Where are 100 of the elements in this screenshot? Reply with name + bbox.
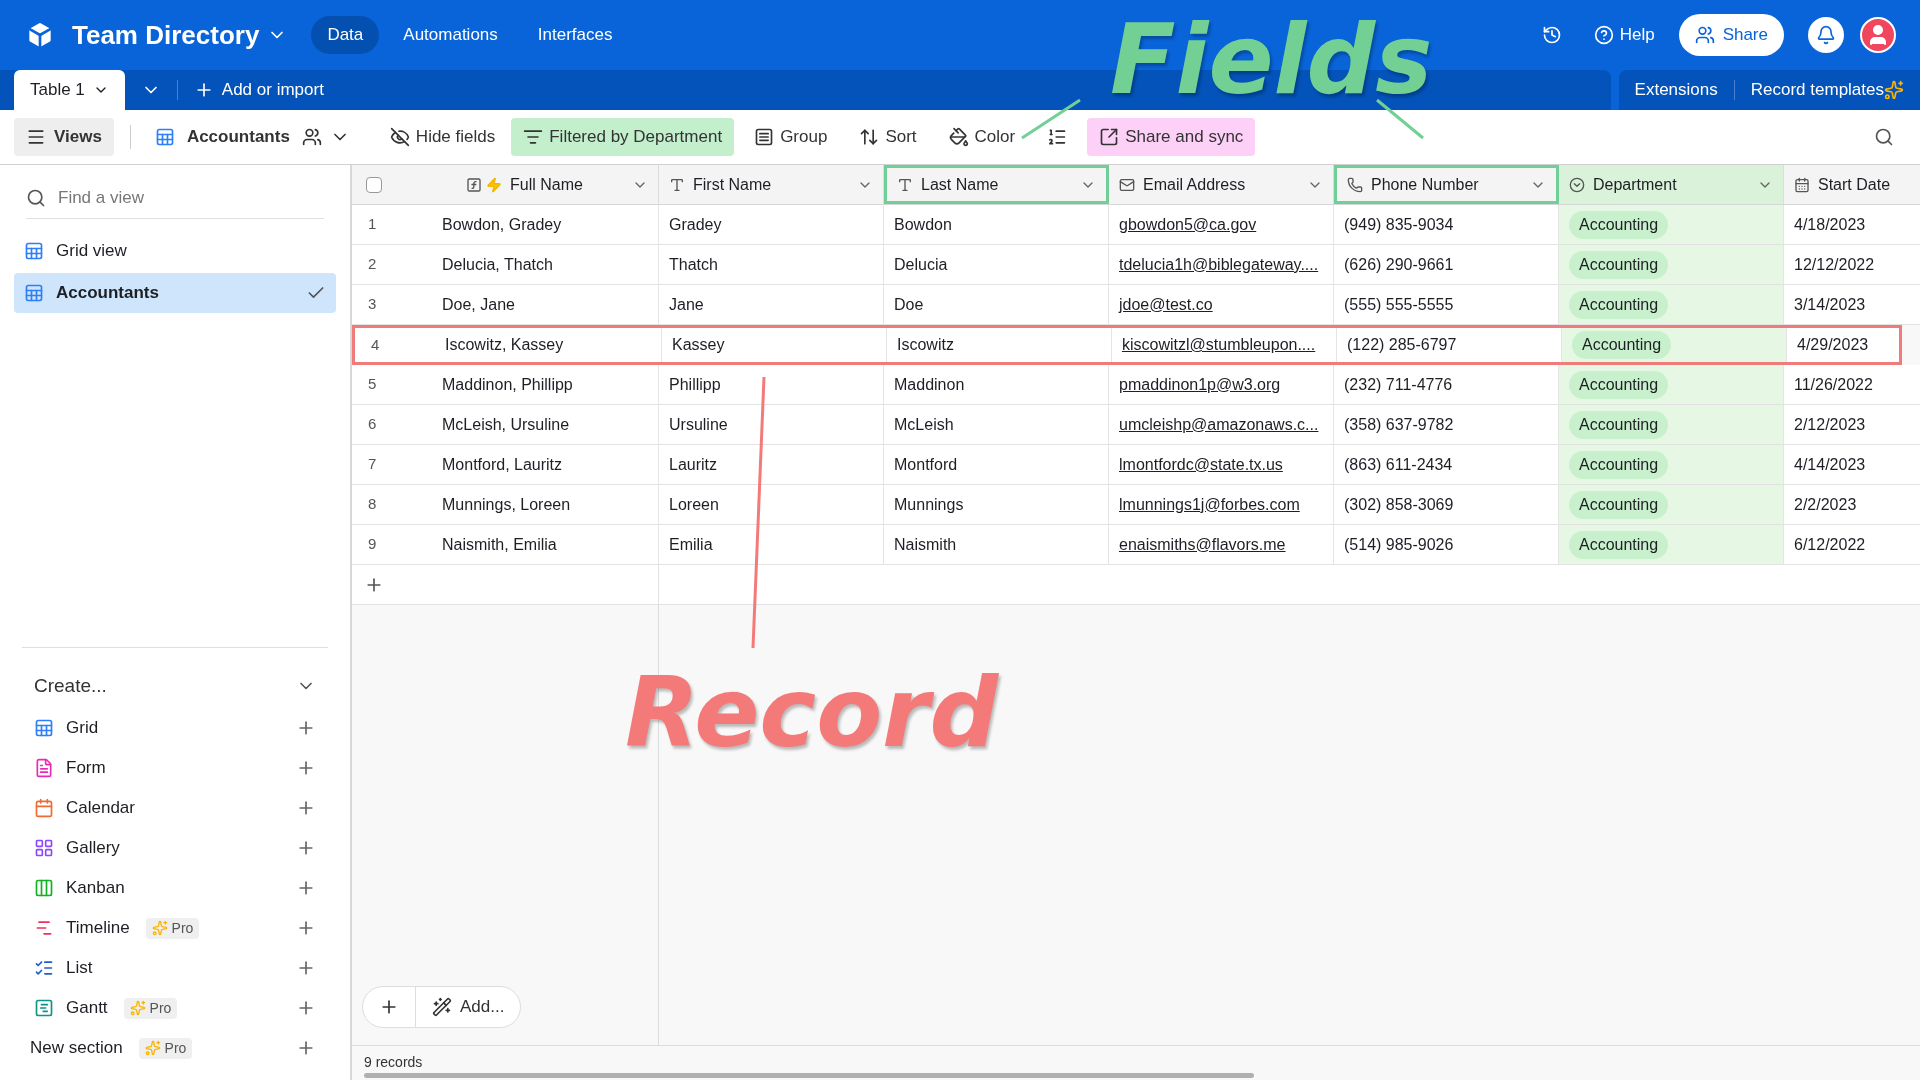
create-item[interactable]: Calendar — [66, 795, 135, 821]
column-header[interactable]: Department — [1559, 165, 1784, 204]
cell-text: (555) 555-5555 — [1344, 294, 1454, 315]
email-link[interactable]: pmaddinon1p@w3.org — [1119, 372, 1281, 397]
avatar[interactable] — [1860, 17, 1896, 53]
gallery-icon — [34, 838, 54, 858]
views-button[interactable]: Views — [14, 118, 114, 156]
department-tag: Accounting — [1569, 490, 1669, 519]
view-item[interactable]: Accountants — [14, 273, 336, 313]
email-link[interactable]: jdoe@test.co — [1119, 292, 1213, 317]
view-name[interactable]: Accountants — [186, 124, 290, 150]
search-icon — [26, 187, 46, 208]
horizontal-scrollbar[interactable] — [364, 1073, 1254, 1078]
add-or-import-button[interactable]: Add or import — [177, 70, 340, 110]
email-link[interactable]: tdelucia1h@biblegateway.... — [1119, 252, 1319, 277]
cell-text: Thatch — [669, 254, 718, 275]
cell-text: Emilia — [669, 534, 713, 555]
department-tag: Accounting — [1569, 410, 1669, 439]
help-icon[interactable] — [1593, 25, 1614, 45]
create-item[interactable]: Timeline — [66, 915, 130, 941]
cell-text: Kassey — [672, 335, 725, 355]
history-icon[interactable] — [1541, 25, 1562, 45]
cell-text: Iscowitz — [897, 335, 954, 355]
nav-tab[interactable]: Data — [311, 16, 380, 54]
create-heading: Create... — [34, 673, 108, 698]
email-link[interactable]: lmontfordc@state.tx.us — [1119, 452, 1283, 477]
column-header[interactable]: Last Name — [884, 165, 1109, 204]
share-button[interactable]: Share — [1678, 14, 1784, 56]
column-label: First Name — [693, 174, 773, 195]
cell-text: Maddinon, Phillipp — [442, 374, 573, 395]
department-tag: Accounting — [1569, 210, 1669, 239]
pro-badge: Pro — [138, 1037, 193, 1059]
filter-button[interactable]: Filtered by Department — [511, 118, 735, 156]
row-number: 4 — [371, 334, 380, 355]
grid-icon — [24, 283, 44, 303]
find-view-field[interactable]: Find a view — [58, 184, 324, 211]
column-label: Email Address — [1143, 174, 1247, 195]
column-header[interactable]: Phone Number — [1334, 165, 1559, 204]
cell-text: Munnings, Loreen — [442, 494, 571, 515]
email-link[interactable]: umcleishp@amazonaws.c... — [1119, 412, 1319, 437]
lightning-icon — [486, 176, 502, 193]
create-item[interactable]: Gantt — [66, 995, 108, 1021]
cell-text: Gradey — [669, 214, 722, 235]
hide-fields-button[interactable]: Hide fields — [381, 118, 504, 156]
formula-icon — [466, 176, 482, 193]
cell-text: 2/12/2023 — [1794, 414, 1866, 435]
email-link[interactable]: lmunnings1j@forbes.com — [1119, 492, 1300, 517]
create-item[interactable]: Form — [66, 755, 106, 781]
cell-text: (514) 985-9026 — [1344, 534, 1454, 555]
people-icon — [1694, 25, 1715, 45]
email-link[interactable]: gbowdon5@ca.gov — [1119, 212, 1257, 237]
grid-icon — [34, 718, 54, 738]
cell-text: Maddinon — [894, 374, 965, 395]
column-label: Phone Number — [1371, 174, 1480, 195]
row-number: 7 — [368, 454, 377, 475]
department-tag: Accounting — [1569, 450, 1669, 479]
sort-button[interactable]: Sort — [847, 118, 929, 156]
create-item[interactable]: List — [66, 955, 93, 981]
create-item[interactable]: Gallery — [66, 835, 120, 861]
record-annotation: Record — [625, 665, 999, 761]
group-button[interactable]: Group — [742, 118, 840, 156]
view-item[interactable]: Grid view — [14, 231, 336, 271]
email-link[interactable]: kiscowitzl@stumbleupon.... — [1122, 333, 1316, 357]
cell-text: Doe, Jane — [442, 294, 515, 315]
share-and-sync-button[interactable]: Share and sync — [1087, 118, 1256, 156]
department-tag: Accounting — [1572, 331, 1672, 359]
people-icon — [301, 127, 322, 147]
cell-text: Bowdon — [894, 214, 952, 235]
create-item[interactable]: Kanban — [66, 875, 125, 901]
cell-text: Ursuline — [669, 414, 728, 435]
cell-text: Bowdon, Gradey — [442, 214, 562, 235]
cell-text: Naismith, Emilia — [442, 534, 557, 555]
color-button[interactable]: Color — [936, 118, 1028, 156]
nav-tab[interactable]: Automations — [387, 16, 514, 54]
search-icon[interactable] — [1874, 127, 1894, 147]
form-icon — [34, 758, 54, 778]
row-height-icon[interactable] — [1047, 127, 1068, 147]
record-templates-button[interactable]: Record templates — [1750, 77, 1884, 103]
cell-text: Phillipp — [669, 374, 721, 395]
grid-icon — [24, 241, 44, 261]
extensions-button[interactable]: Extensions — [1634, 77, 1718, 103]
base-title[interactable]: Team Directory — [72, 15, 260, 55]
sparkle-icon — [144, 1040, 161, 1056]
fields-annotation: Fields — [1110, 12, 1433, 108]
table-tab[interactable]: Table 1 — [14, 70, 125, 110]
select-all-checkbox[interactable] — [366, 176, 382, 193]
create-item[interactable]: Grid — [66, 715, 99, 741]
text-icon — [897, 176, 913, 193]
cell-text: 2/2/2023 — [1794, 494, 1857, 515]
department-tag: Accounting — [1569, 290, 1669, 319]
nav-tab[interactable]: Interfaces — [521, 16, 629, 54]
create-section-label[interactable]: New section — [30, 1035, 123, 1061]
department-tag: Accounting — [1569, 370, 1669, 399]
row-number: 6 — [368, 414, 377, 435]
help-button[interactable]: Help — [1619, 22, 1655, 48]
sparkle-icon — [151, 920, 168, 936]
email-link[interactable]: enaismiths@flavors.me — [1119, 532, 1286, 557]
group-icon — [754, 127, 775, 147]
pro-badge: Pro — [145, 917, 200, 939]
notifications-button[interactable] — [1808, 17, 1844, 53]
